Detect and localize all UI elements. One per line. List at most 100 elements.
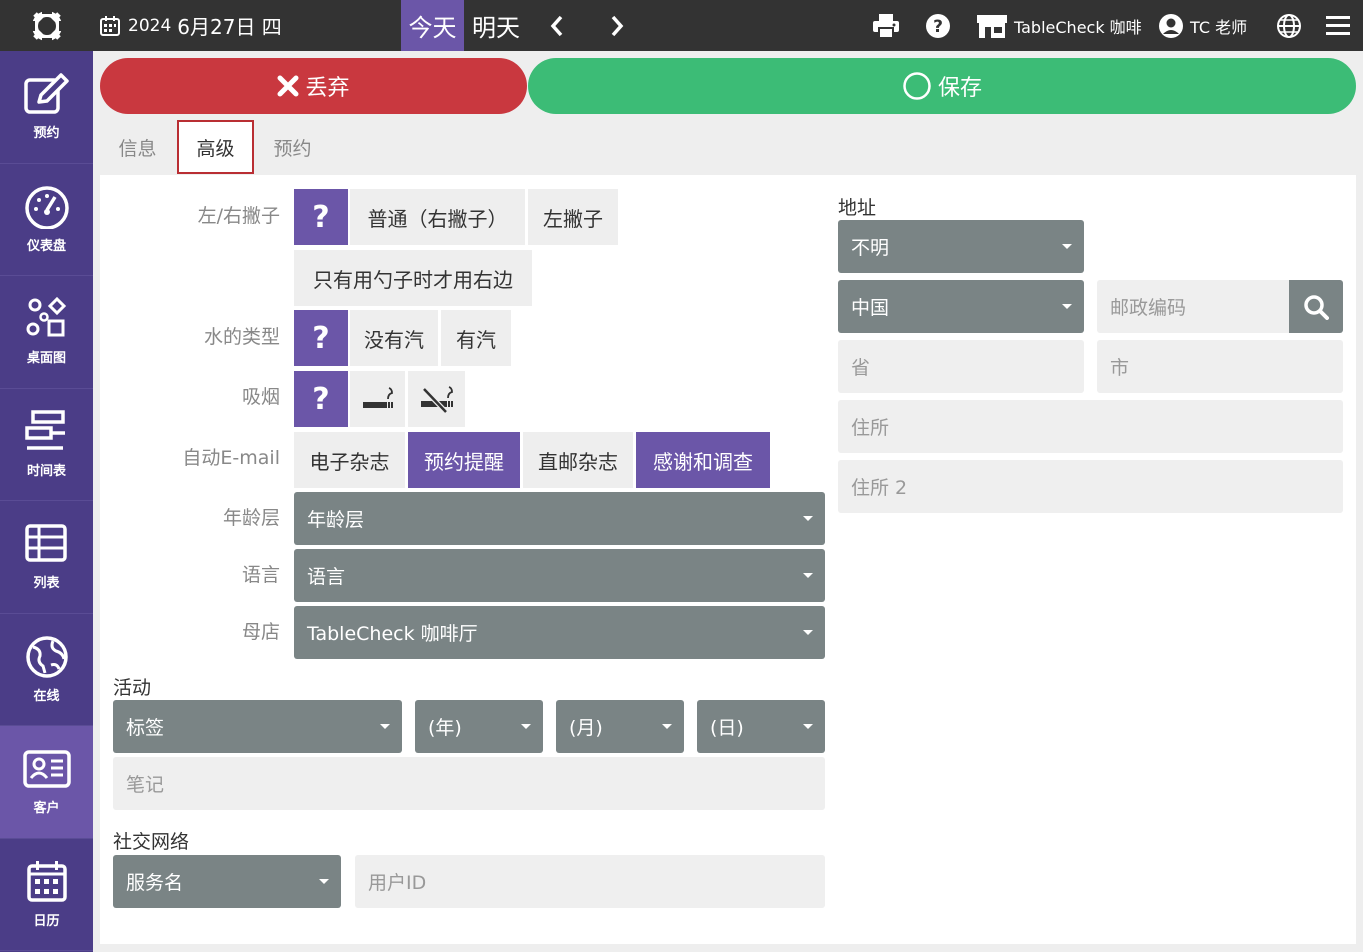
user-name: TC 老师 — [1190, 17, 1248, 37]
tab-reservations[interactable]: 预约 — [260, 120, 325, 174]
sidebar-item-calendar[interactable]: 日历 — [0, 839, 93, 951]
handedness-unknown-button[interactable]: ? — [294, 189, 348, 245]
no-smoking-icon — [420, 386, 453, 413]
water-sparkling-button[interactable]: 有汽 — [441, 310, 511, 366]
sidebar-item-timeline[interactable]: 时间表 — [0, 389, 93, 501]
discard-button[interactable]: 丢弃 — [100, 58, 527, 114]
store-icon — [977, 14, 1007, 38]
smoking-button[interactable] — [350, 371, 405, 427]
smoking-unknown-button[interactable]: ? — [294, 371, 348, 427]
activity-tag-select[interactable]: 标签 — [113, 700, 402, 753]
postal-code-input[interactable]: 邮政编码 — [1097, 280, 1289, 333]
caret-down-icon — [521, 724, 531, 729]
sidebar-item-floor-plan[interactable]: 桌面图 — [0, 276, 93, 389]
activity-day-value: (日) — [710, 717, 744, 739]
date-year: 2024 — [128, 15, 172, 36]
address-line1-input[interactable]: 住所 — [838, 400, 1343, 453]
handedness-normal-button[interactable]: 普通（右撇子） — [350, 189, 525, 245]
age-group-select[interactable]: 年龄层 — [294, 492, 825, 545]
logo-icon — [26, 5, 67, 46]
tab-advanced[interactable]: 高级 — [177, 120, 254, 174]
store-selector[interactable]: TableCheck 咖啡 — [976, 0, 1142, 51]
activity-year-select[interactable]: (年) — [415, 700, 543, 753]
customer-card-icon — [22, 750, 71, 788]
email-reminder-button[interactable]: 预约提醒 — [408, 432, 520, 488]
address-line2-input[interactable]: 住所 2 — [838, 460, 1343, 513]
svg-text:?: ? — [933, 17, 943, 37]
discard-label: 丢弃 — [305, 76, 350, 101]
user-menu[interactable]: TC 老师 — [1158, 0, 1247, 51]
caret-down-icon — [1062, 244, 1072, 249]
calendar-icon — [100, 15, 120, 36]
timeline-icon — [24, 410, 65, 450]
caret-down-icon — [803, 630, 813, 635]
sidebar-item-label: 日历 — [33, 913, 60, 929]
next-day-button[interactable] — [597, 0, 637, 51]
email-direct-mail-button[interactable]: 直邮杂志 — [523, 432, 633, 488]
non-smoking-button[interactable] — [408, 371, 465, 427]
activity-day-select[interactable]: (日) — [697, 700, 825, 753]
save-button[interactable]: 保存 — [528, 58, 1356, 114]
postal-search-button[interactable] — [1289, 280, 1343, 333]
country-select[interactable]: 中国 — [838, 280, 1084, 333]
question-circle-icon: ? — [926, 13, 950, 38]
help-button[interactable]: ? — [925, 0, 951, 51]
globe-online-icon — [25, 636, 68, 678]
close-icon — [277, 75, 299, 97]
language-value: 语言 — [307, 566, 346, 588]
calendar-grid-icon — [26, 860, 67, 902]
main-menu-button[interactable] — [1326, 0, 1350, 51]
social-service-select[interactable]: 服务名 — [113, 855, 341, 908]
email-thanks-survey-button[interactable]: 感谢和调查 — [636, 432, 770, 488]
water-still-button[interactable]: 没有汽 — [350, 310, 438, 366]
handedness-label: 左/右撇子 — [197, 205, 280, 227]
today-button[interactable]: 今天 — [401, 0, 464, 51]
social-user-id-input[interactable]: 用户ID — [355, 855, 825, 908]
handedness-spoon-button[interactable]: 只有用勺子时才用右边 — [294, 250, 532, 306]
home-store-select[interactable]: TableCheck 咖啡厅 — [294, 606, 825, 659]
email-magazine-button[interactable]: 电子杂志 — [294, 432, 405, 488]
address-type-select[interactable]: 不明 — [838, 220, 1084, 273]
country-value: 中国 — [851, 297, 890, 319]
language-button[interactable] — [1276, 0, 1302, 51]
user-circle-icon — [1159, 13, 1183, 38]
prev-day-button[interactable] — [537, 0, 577, 51]
smoking-label: 吸烟 — [241, 386, 280, 408]
address-line1-placeholder: 住所 — [851, 417, 890, 439]
language-select[interactable]: 语言 — [294, 549, 825, 602]
date-picker[interactable]: 2024 6月27日 四 — [100, 0, 282, 51]
caret-down-icon — [380, 724, 390, 729]
address-title: 地址 — [838, 197, 877, 219]
activity-month-select[interactable]: (月) — [556, 700, 684, 753]
handedness-left-button[interactable]: 左撇子 — [528, 189, 618, 245]
tablecheck-logo[interactable] — [0, 0, 93, 51]
water-unknown-button[interactable]: ? — [294, 310, 348, 366]
sidebar-item-list[interactable]: 列表 — [0, 501, 93, 614]
search-icon — [1304, 294, 1329, 320]
activity-notes-input[interactable]: 笔记 — [113, 757, 825, 810]
activity-notes-placeholder: 笔记 — [126, 774, 165, 796]
sidebar-item-customers[interactable]: 客户 — [0, 726, 93, 839]
water-type-label: 水的类型 — [203, 326, 280, 348]
sidebar: 预约 仪表盘 桌面图 时间表 列表 在线 客户 日历 — [0, 51, 93, 952]
city-input[interactable]: 市 — [1097, 340, 1343, 393]
tomorrow-button[interactable]: 明天 — [468, 0, 524, 51]
caret-down-icon — [662, 724, 672, 729]
circle-icon — [903, 72, 931, 100]
globe-icon — [1277, 13, 1301, 38]
sidebar-item-label: 桌面图 — [26, 351, 66, 367]
province-input[interactable]: 省 — [838, 340, 1084, 393]
print-button[interactable] — [872, 0, 900, 51]
print-icon — [873, 13, 899, 39]
activity-year-value: (年) — [428, 717, 462, 739]
caret-down-icon — [1062, 304, 1072, 309]
home-store-value: TableCheck 咖啡厅 — [307, 623, 478, 645]
sidebar-item-online[interactable]: 在线 — [0, 614, 93, 726]
sidebar-item-dashboard[interactable]: 仪表盘 — [0, 164, 93, 276]
sidebar-item-reservation[interactable]: 预约 — [0, 51, 93, 164]
caret-down-icon — [803, 516, 813, 521]
city-placeholder: 市 — [1110, 357, 1130, 379]
tab-info[interactable]: 信息 — [105, 120, 170, 174]
sidebar-item-label: 在线 — [33, 688, 60, 704]
sidebar-item-label: 列表 — [33, 576, 60, 592]
